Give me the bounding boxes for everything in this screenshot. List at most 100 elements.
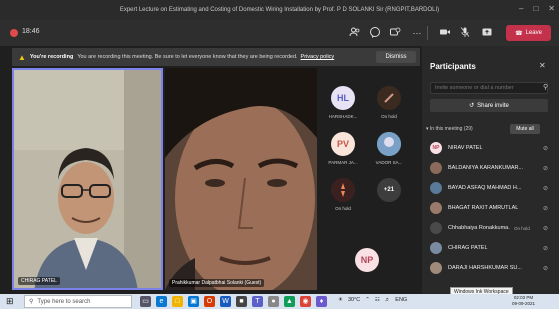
mic-off-icon: ⊘ xyxy=(542,205,548,212)
recording-banner: ▲ You're recording You are recording thi… xyxy=(12,48,420,66)
edge-icon[interactable]: e xyxy=(156,296,167,307)
share-icon[interactable] xyxy=(480,26,494,40)
more-participants-badge[interactable]: +21 xyxy=(377,178,401,202)
temperature: 30°C xyxy=(347,297,361,303)
weather-icon[interactable]: ☀ xyxy=(338,297,343,303)
avatar xyxy=(430,162,442,174)
avatar-label: PARMAR JA... xyxy=(328,160,358,165)
app-icon[interactable]: ♦ xyxy=(316,296,327,307)
participant-name: DARAJI HARSHKUMAR SU... xyxy=(448,265,522,271)
participant-row[interactable]: BHAGAT RAXIT AMRUTLAL ⊘ xyxy=(430,200,554,216)
avatar-pv[interactable]: PV xyxy=(331,132,355,156)
taskbar-apps: ▭ e □ ▣ O W ■ T ● ▲ ◉ ♦ xyxy=(140,296,327,307)
phone-icon: ☎ xyxy=(515,30,523,37)
taskbar-clock[interactable]: 02:03 PM 09-09-2021 xyxy=(512,295,535,307)
taskbar-search[interactable]: ⚲ Type here to search xyxy=(24,295,132,308)
camera-icon[interactable] xyxy=(438,26,452,40)
avatar-hl[interactable]: HL xyxy=(331,86,355,110)
participant-name-tag: CHIRAG PATEL xyxy=(18,277,60,285)
avatar-photo[interactable] xyxy=(377,86,401,110)
title-bar: Expert Lecture on Estimating and Costing… xyxy=(0,0,559,20)
search-icon[interactable]: ⚲ xyxy=(543,83,548,91)
volume-icon[interactable]: ♬ xyxy=(385,297,391,303)
toolbar-divider xyxy=(427,26,428,40)
participant-row[interactable]: Chhabhaiya Ronakkuma... On hold ⊘ xyxy=(430,220,554,236)
participant-row[interactable]: NP NIRAV PATEL ⊘ xyxy=(430,140,554,156)
app-icon[interactable]: ● xyxy=(268,296,279,307)
recording-indicator-icon xyxy=(10,29,18,37)
participant-row[interactable]: BALDANIYA KARANKUMAR... ⊘ xyxy=(430,160,554,176)
mic-off-icon: ⊘ xyxy=(542,265,548,272)
section-header[interactable]: ▾ In this meeting (29) xyxy=(426,126,473,132)
language[interactable]: ENG xyxy=(395,297,407,303)
network-icon[interactable]: ☷ xyxy=(375,297,380,303)
banner-title: You're recording xyxy=(29,54,74,60)
task-view-icon[interactable]: ▭ xyxy=(140,296,151,307)
avatar-label: On hold xyxy=(335,206,351,211)
participant-name-tag: Prahikkumar Dalpatbhai Solanki (Guest) xyxy=(169,279,265,287)
participant-name: BAYAD ASFAQ MAHMAD H... xyxy=(448,185,522,191)
participant-row[interactable]: DARAJI HARSHKUMAR SU... ⊘ xyxy=(430,260,554,276)
video-tile-speaker[interactable]: Prahikkumar Dalpatbhai Solanki (Guest) xyxy=(165,68,317,290)
file-explorer-icon[interactable]: □ xyxy=(172,296,183,307)
video-tile-chirag[interactable]: CHIRAG PATEL xyxy=(12,68,163,290)
avatar xyxy=(430,242,442,254)
search-icon: ⚲ xyxy=(29,299,34,305)
more-icon[interactable]: ··· xyxy=(410,26,424,40)
invite-input[interactable] xyxy=(430,82,548,94)
minimize-icon[interactable]: – xyxy=(519,4,523,13)
banner-message: You are recording this meeting. Be sure … xyxy=(77,54,298,60)
mic-off-icon: ⊘ xyxy=(542,145,548,152)
avatar-photo[interactable] xyxy=(331,178,355,202)
word-icon[interactable]: W xyxy=(220,296,231,307)
taskbar-search-placeholder: Type here to search xyxy=(37,298,91,305)
window-title: Expert Lecture on Estimating and Costing… xyxy=(119,7,440,13)
avatar xyxy=(430,262,442,274)
meeting-toolbar: 18:46 ··· ☎ Leave xyxy=(0,20,559,46)
avatar-label: HARSHADK... xyxy=(328,114,358,119)
participant-name: BALDANIYA KARANKUMAR... xyxy=(448,165,524,171)
mic-off-icon: ⊘ xyxy=(542,225,548,232)
mic-off-icon: ⊘ xyxy=(542,165,548,172)
share-invite-button[interactable]: ↺ Share invite xyxy=(430,99,548,112)
avatar-photo[interactable] xyxy=(377,132,401,156)
meeting-timer: 18:46 xyxy=(22,28,40,35)
participant-name: NIRAV PATEL xyxy=(448,145,483,151)
close-panel-icon[interactable]: ✕ xyxy=(539,61,546,70)
clock-date: 09-09-2021 xyxy=(512,301,536,306)
avatar-label: VADOR SA... xyxy=(375,160,403,165)
avatar-np[interactable]: NP xyxy=(355,248,379,272)
section-label: In this meeting (29) xyxy=(429,126,473,132)
window-controls: – □ ✕ xyxy=(519,4,555,13)
privacy-policy-link[interactable]: Privacy policy xyxy=(301,54,335,60)
office-icon[interactable]: O xyxy=(204,296,215,307)
reactions-icon[interactable] xyxy=(388,26,402,40)
panel-title: Participants xyxy=(430,62,476,71)
participant-row[interactable]: BAYAD ASFAQ MAHMAD H... ⊘ xyxy=(430,180,554,196)
dismiss-button[interactable]: Dismiss xyxy=(376,51,416,63)
warning-icon: ▲ xyxy=(18,52,26,62)
video-feed-image xyxy=(14,70,161,288)
people-icon[interactable] xyxy=(348,26,362,40)
store-icon[interactable]: ▣ xyxy=(188,296,199,307)
teams-icon[interactable]: T xyxy=(252,296,263,307)
close-icon[interactable]: ✕ xyxy=(548,4,555,13)
leave-button[interactable]: ☎ Leave xyxy=(506,25,551,41)
app-icon[interactable]: ▲ xyxy=(284,296,295,307)
leave-label: Leave xyxy=(525,30,542,36)
avatar xyxy=(430,182,442,194)
chrome-icon[interactable]: ◉ xyxy=(300,296,311,307)
chat-icon[interactable] xyxy=(368,26,382,40)
maximize-icon[interactable]: □ xyxy=(533,4,538,13)
chevron-up-icon[interactable]: ⌃ xyxy=(365,297,370,303)
system-tray: ☀ 30°C ⌃ ☷ ♬ ENG xyxy=(338,297,407,303)
mute-all-button[interactable]: Mute all xyxy=(510,124,540,134)
participant-grid: HL HARSHADK... On hold PV PARMAR JA... V… xyxy=(319,68,420,290)
on-hold-label: On hold xyxy=(514,225,530,231)
participant-row[interactable]: CHIRAG PATEL ⊘ xyxy=(430,240,554,256)
participants-panel: Participants ✕ ⚲ ↺ Share invite ▾ In thi… xyxy=(422,46,559,294)
windows-start-icon[interactable]: ⊞ xyxy=(6,297,14,306)
mic-icon[interactable] xyxy=(458,26,472,40)
participant-name: CHIRAG PATEL xyxy=(448,245,488,251)
app-icon[interactable]: ■ xyxy=(236,296,247,307)
